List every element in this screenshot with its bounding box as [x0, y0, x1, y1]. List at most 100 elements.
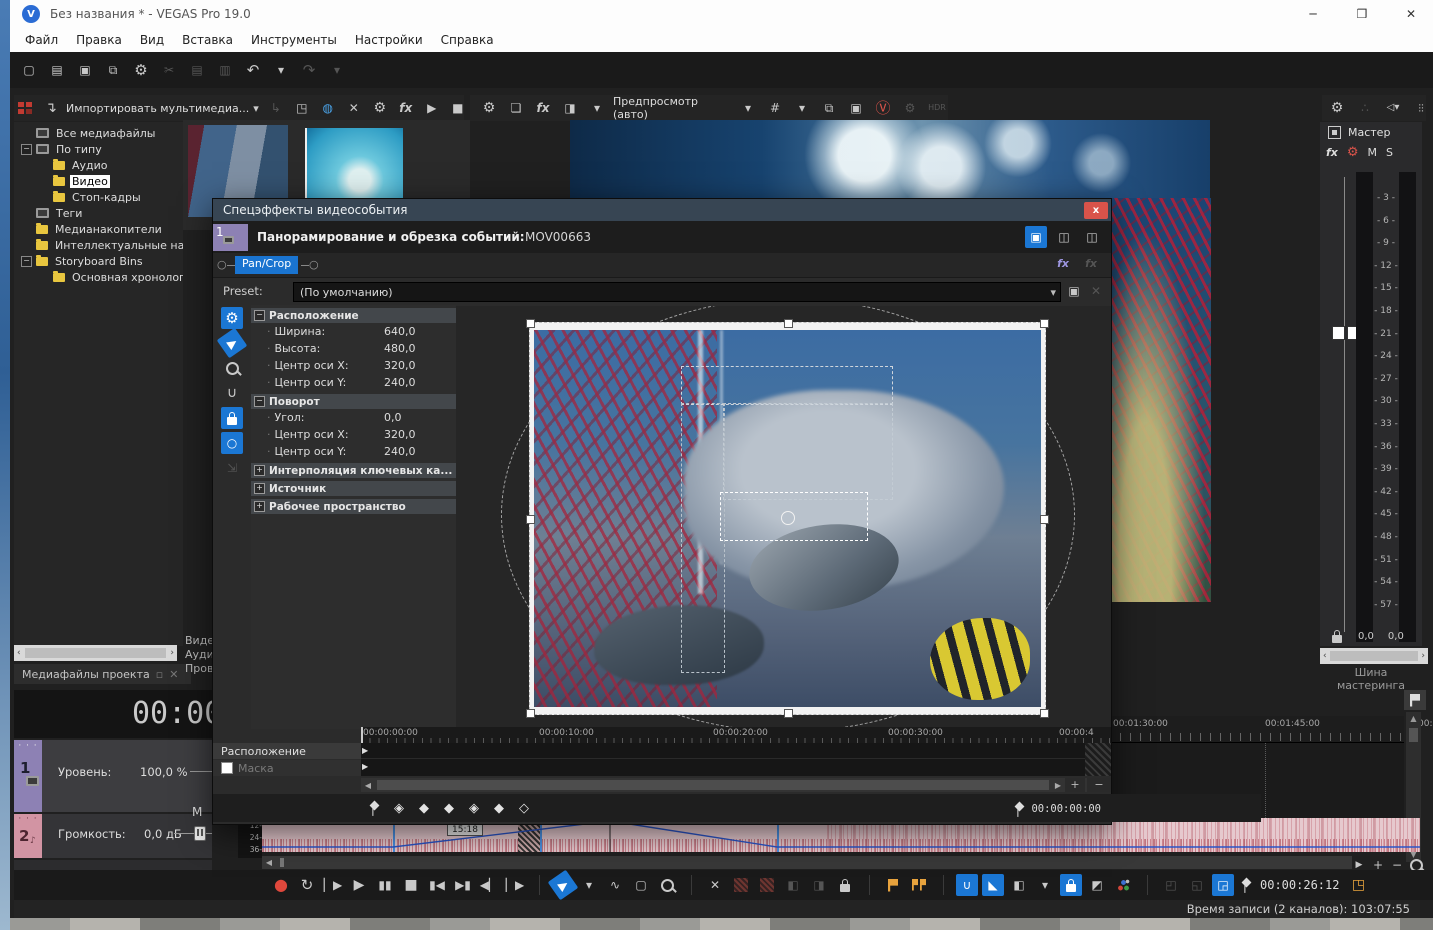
- kf-prev-icon[interactable]: ◆: [413, 797, 435, 819]
- track-2-volume-value[interactable]: 0,0 дБ: [144, 827, 182, 841]
- close-tab-icon[interactable]: ✕: [169, 668, 178, 681]
- mute-output-icon[interactable]: ◁▾: [1382, 97, 1404, 119]
- scroll-thumb[interactable]: [377, 780, 1049, 790]
- dialog-title-bar[interactable]: Спецэффекты видеособытия x: [213, 199, 1111, 221]
- quantize-dropdown-icon[interactable]: ▾: [1034, 874, 1056, 896]
- external-monitor-icon[interactable]: ❏: [505, 97, 527, 119]
- scroll-left-icon[interactable]: ◀: [262, 858, 276, 867]
- collapse-icon[interactable]: +: [254, 465, 265, 476]
- scale-about-center-icon[interactable]: ○: [221, 432, 243, 454]
- menu-item[interactable]: Настройки: [346, 29, 432, 51]
- tree-item-все-медиафайлы[interactable]: Все медиафайлы: [16, 125, 183, 141]
- kf-track-label-row1[interactable]: Расположение: [213, 743, 367, 759]
- menu-item[interactable]: Справка: [432, 29, 503, 51]
- zoom-out-button[interactable]: −: [1087, 778, 1111, 792]
- property-group-header[interactable]: −Поворот: [251, 394, 456, 409]
- import-dropdown-icon[interactable]: ▾: [253, 102, 259, 115]
- capture-video-icon[interactable]: ◳: [291, 97, 313, 119]
- vegas-badge-icon[interactable]: Ⓥ: [872, 97, 894, 119]
- scroll-thumb[interactable]: [1409, 728, 1418, 742]
- pan-crop-workspace[interactable]: [456, 306, 1111, 729]
- redo-dropdown-icon[interactable]: ▾: [326, 59, 348, 81]
- selection-rect[interactable]: [723, 403, 893, 500]
- keyframe-marker[interactable]: ▶: [362, 762, 368, 771]
- loop-playback-button[interactable]: ↻: [296, 874, 318, 896]
- copy-snapshot-icon[interactable]: ⧉: [818, 97, 840, 119]
- save-preset-icon[interactable]: ▣: [1063, 280, 1085, 302]
- import-media-button[interactable]: Импортировать мультимедиа...: [66, 102, 249, 115]
- property-group-header[interactable]: +Интерполяция ключевых ка...: [251, 463, 456, 478]
- tool-dropdown-icon[interactable]: ▾: [578, 874, 600, 896]
- expander-icon[interactable]: −: [21, 144, 32, 155]
- kf-first-icon[interactable]: ◈: [388, 797, 410, 819]
- downmix-icon[interactable]: ∴: [1354, 97, 1376, 119]
- track-colors-button[interactable]: [1112, 874, 1134, 896]
- pause-button[interactable]: ▮▮: [374, 874, 396, 896]
- media-properties-icon[interactable]: ⚙: [369, 97, 391, 119]
- tree-item-по-типу[interactable]: −По типу: [16, 141, 183, 157]
- tree-item-интеллектуальные-нак[interactable]: Интеллектуальные нак: [16, 237, 183, 253]
- crop-handle[interactable]: [526, 319, 535, 328]
- preview-stop-icon[interactable]: ■: [447, 97, 469, 119]
- zoom-tool-button[interactable]: [656, 874, 678, 896]
- add-fx-icon[interactable]: fx: [1057, 257, 1069, 270]
- mixer-sliders-icon[interactable]: ⫶⫶: [1410, 97, 1432, 119]
- zoom-edit-tool-icon[interactable]: [221, 357, 243, 379]
- selection-rect[interactable]: [681, 403, 725, 673]
- hidden-tab-label[interactable]: Пров: [185, 662, 212, 676]
- kf-cursor-time[interactable]: 00:00:00:00: [1031, 803, 1101, 815]
- tree-item-аудио[interactable]: Аудио: [16, 157, 183, 173]
- envelope-tool-button[interactable]: ∿: [604, 874, 626, 896]
- split-screen-dropdown-icon[interactable]: ▾: [586, 97, 608, 119]
- property-row[interactable]: Центр оси X:320,0: [251, 426, 456, 443]
- undo-dropdown-icon[interactable]: ▾: [270, 59, 292, 81]
- collapse-icon[interactable]: −: [254, 396, 265, 407]
- insert-region-button[interactable]: [908, 874, 930, 896]
- play-button[interactable]: ▶: [348, 874, 370, 896]
- move-freely-icon[interactable]: ⇲: [221, 457, 243, 479]
- menu-item[interactable]: Инструменты: [242, 29, 346, 51]
- insert-marker-button[interactable]: [882, 874, 904, 896]
- edit-tool-button[interactable]: ▶: [548, 870, 579, 901]
- video-event-fx-dialog[interactable]: Спецэффекты видеособытия x 1 Панорамиров…: [212, 198, 1112, 825]
- normal-edit-mode-icon[interactable]: ◰: [1160, 874, 1182, 896]
- lock-aspect-icon[interactable]: [221, 407, 243, 429]
- kf-sync-cursor-icon[interactable]: [363, 797, 385, 819]
- tree-item-видео[interactable]: Видео: [16, 173, 183, 189]
- overlays-grid-icon[interactable]: #: [764, 97, 786, 119]
- hdr-icon[interactable]: HDR: [926, 97, 948, 119]
- crop-handle[interactable]: [784, 709, 793, 718]
- kf-next-icon[interactable]: ◈: [463, 797, 485, 819]
- marker-tool-icon[interactable]: [1404, 690, 1426, 710]
- pan-crop-properties[interactable]: −РасположениеШирина:640,0Высота:480,0Цен…: [251, 305, 456, 729]
- minimize-button[interactable]: ─: [1291, 0, 1335, 28]
- master-collapse-icon[interactable]: [1328, 126, 1341, 139]
- timeline-ruler-right[interactable]: 00:01:30:0000:01:45:0000:02: [1110, 716, 1404, 743]
- paste-icon[interactable]: ▥: [214, 59, 236, 81]
- property-row[interactable]: Угол:0,0: [251, 409, 456, 426]
- mask-checkbox[interactable]: [221, 762, 233, 774]
- track-2-volume-handle[interactable]: [194, 826, 206, 841]
- track-1-badge[interactable]: · · · 1: [14, 740, 42, 812]
- property-value[interactable]: 640,0: [384, 325, 456, 338]
- track-2-badge[interactable]: · · · 2 ♪: [14, 814, 42, 858]
- pin-tab-icon[interactable]: ▫: [156, 668, 163, 681]
- track-header-2[interactable]: · · · 2 ♪ М Громкость: 0,0 дБ: [14, 814, 212, 858]
- scroll-right-icon[interactable]: ›: [1421, 651, 1425, 661]
- plugin-active-button[interactable]: ▣: [1025, 226, 1047, 248]
- hidden-tab-label[interactable]: Видео: [185, 634, 212, 648]
- kf-rows[interactable]: ▶ ▶: [361, 743, 1111, 776]
- normal-edit-tool-icon[interactable]: ▶: [217, 328, 248, 359]
- copy-icon[interactable]: ▤: [186, 59, 208, 81]
- stop-button[interactable]: ■: [400, 874, 422, 896]
- tree-item-storyboard-bins[interactable]: −Storyboard Bins: [16, 253, 183, 269]
- property-group-header[interactable]: +Источник: [251, 481, 456, 496]
- property-value[interactable]: 320,0: [384, 359, 456, 372]
- settings-gear-icon[interactable]: ⚙: [130, 59, 152, 81]
- extract-audio-icon[interactable]: ↳: [265, 97, 287, 119]
- overlays-dropdown-icon[interactable]: ▾: [791, 97, 813, 119]
- menu-item[interactable]: Вид: [131, 29, 173, 51]
- track-1-level-value[interactable]: 100,0 %: [140, 765, 188, 779]
- kf-add-icon[interactable]: ◆: [488, 797, 510, 819]
- preset-combobox[interactable]: (По умолчанию) ▾: [293, 282, 1061, 302]
